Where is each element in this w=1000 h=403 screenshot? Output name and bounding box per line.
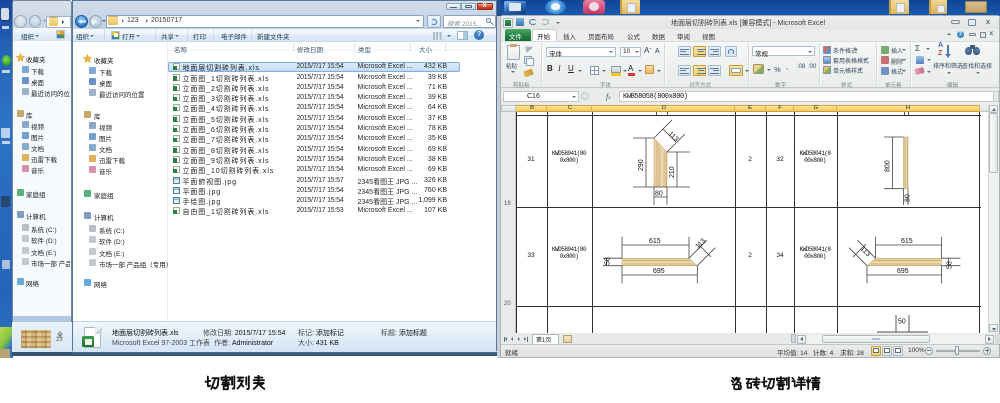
svg-text:113: 113 <box>859 245 872 258</box>
svg-text:210: 210 <box>669 166 676 178</box>
svg-text:800: 800 <box>885 160 892 172</box>
svg-text:615: 615 <box>901 238 913 245</box>
svg-text:50: 50 <box>898 319 906 326</box>
svg-text:80: 80 <box>905 194 912 202</box>
svg-text:80: 80 <box>655 191 663 198</box>
svg-text:695: 695 <box>653 268 665 275</box>
svg-text:58: 58 <box>947 261 954 269</box>
svg-text:58: 58 <box>605 257 612 265</box>
svg-text:615: 615 <box>649 238 661 245</box>
svg-text:695: 695 <box>897 268 909 275</box>
svg-text:290: 290 <box>638 159 645 171</box>
svg-text:113: 113 <box>694 237 707 250</box>
